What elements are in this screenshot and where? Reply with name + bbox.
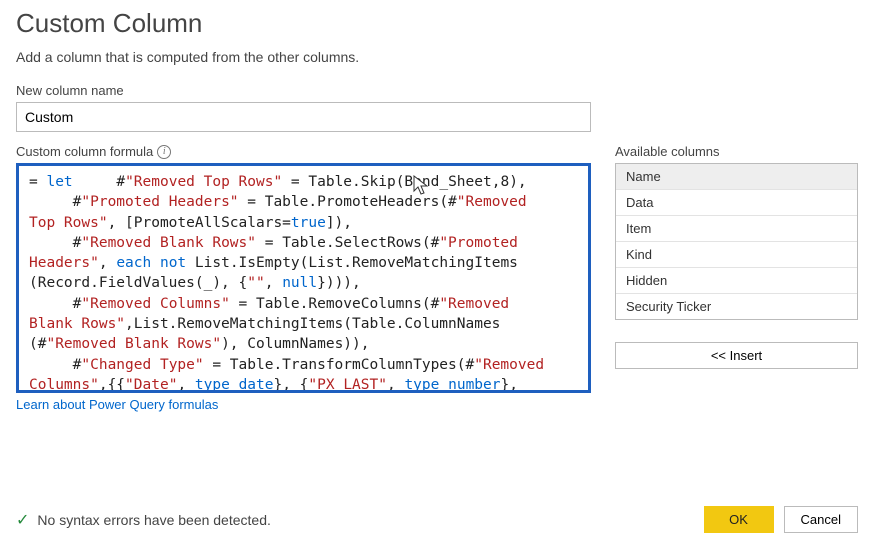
- formula-editor[interactable]: = let #"Removed Top Rows" = Table.Skip(B…: [16, 163, 591, 393]
- formula-label-text: Custom column formula: [16, 144, 153, 159]
- available-columns-list: NameDataItemKindHiddenSecurity Ticker: [615, 163, 858, 320]
- new-column-label: New column name: [16, 83, 858, 98]
- insert-button[interactable]: << Insert: [615, 342, 858, 369]
- formula-label: Custom column formula i: [16, 144, 591, 159]
- available-columns-panel: Available columns NameDataItemKindHidden…: [615, 144, 858, 369]
- available-columns-label: Available columns: [615, 144, 858, 159]
- column-item[interactable]: Data: [616, 190, 857, 216]
- status-message: No syntax errors have been detected.: [37, 512, 270, 528]
- main-row: Custom column formula i = let #"Removed …: [16, 144, 858, 412]
- dialog-footer: ✓ No syntax errors have been detected. O…: [16, 506, 858, 533]
- new-column-row: New column name: [16, 83, 858, 132]
- button-row: OK Cancel: [704, 506, 858, 533]
- learn-link[interactable]: Learn about Power Query formulas: [16, 397, 218, 412]
- column-item[interactable]: Name: [616, 164, 857, 190]
- formula-column: Custom column formula i = let #"Removed …: [16, 144, 591, 412]
- ok-button[interactable]: OK: [704, 506, 774, 533]
- column-item[interactable]: Hidden: [616, 268, 857, 294]
- dialog-title: Custom Column: [16, 8, 858, 39]
- info-icon[interactable]: i: [157, 145, 171, 159]
- status-row: ✓ No syntax errors have been detected.: [16, 510, 271, 530]
- column-item[interactable]: Security Ticker: [616, 294, 857, 319]
- check-icon: ✓: [16, 510, 29, 530]
- cancel-button[interactable]: Cancel: [784, 506, 858, 533]
- dialog-subtitle: Add a column that is computed from the o…: [16, 49, 858, 65]
- column-item[interactable]: Item: [616, 216, 857, 242]
- new-column-input[interactable]: [16, 102, 591, 132]
- column-item[interactable]: Kind: [616, 242, 857, 268]
